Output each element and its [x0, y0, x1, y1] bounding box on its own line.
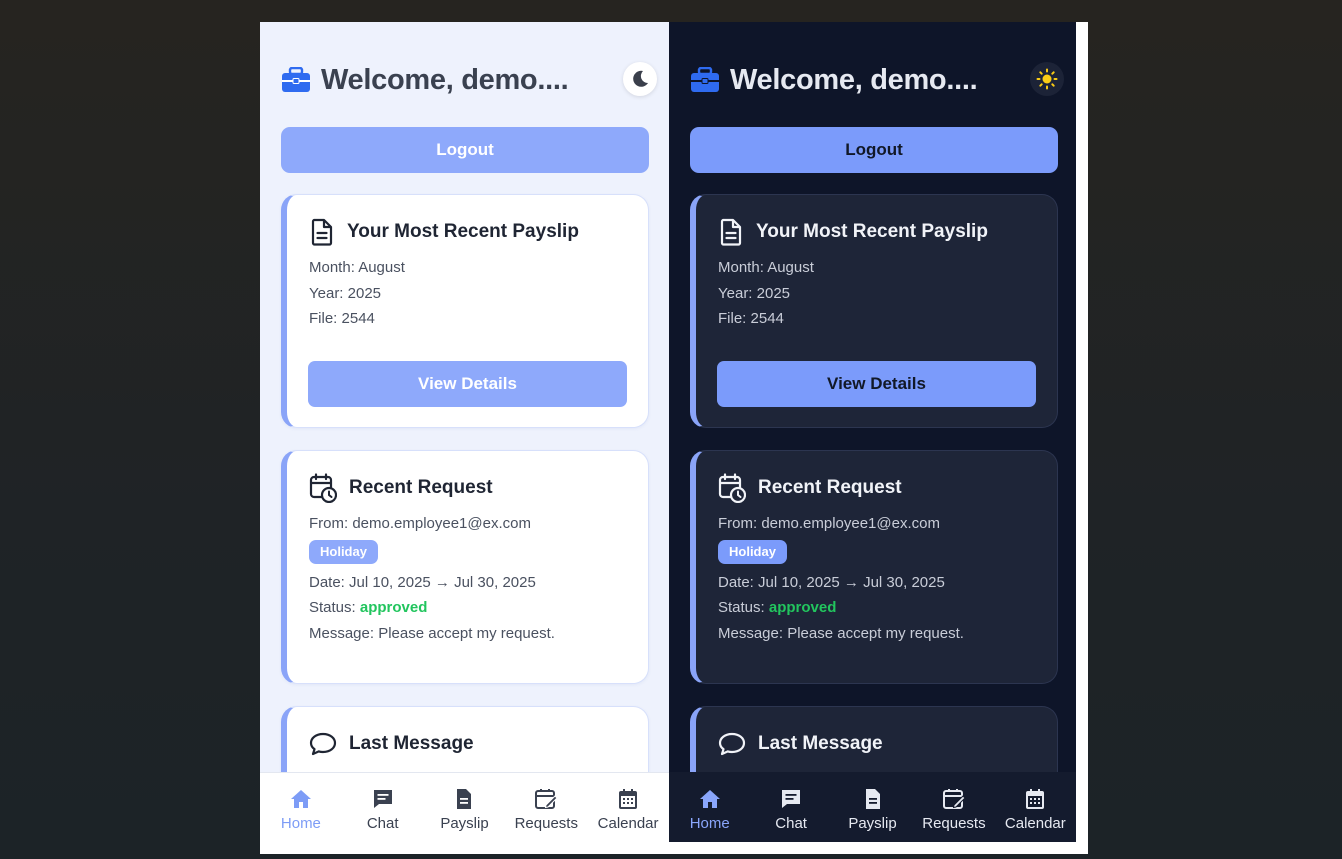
request-status-value: approved — [768, 599, 837, 616]
moon-icon — [633, 70, 648, 87]
light-mode-screen: Welcome, demo.... Logout Your Most Recen… — [260, 22, 669, 842]
payslip-year: Year: 2025 — [718, 284, 791, 302]
request-message: Message: Please accept my request. — [309, 624, 555, 642]
request-status-value: approved — [359, 599, 428, 616]
payslip-card-title: Your Most Recent Payslip — [347, 221, 579, 242]
nav-requests-label: Requests — [922, 814, 986, 832]
request-card-title: Recent Request — [349, 477, 493, 498]
payslip-card: Your Most Recent Payslip Month: August Y… — [281, 194, 649, 428]
calendar-edit-icon — [535, 789, 558, 809]
home-icon — [699, 789, 720, 808]
chat-icon — [373, 790, 392, 808]
header: Welcome, demo.... — [690, 60, 1064, 100]
nav-calendar-label: Calendar — [1004, 814, 1066, 832]
nav-calendar-label: Calendar — [597, 815, 659, 832]
logout-button[interactable]: Logout — [690, 127, 1058, 173]
request-status: Status: approved — [309, 595, 626, 621]
payslip-file: File: 2544 — [718, 310, 784, 327]
nav-requests[interactable]: Requests — [505, 773, 587, 842]
nav-chat-label: Chat — [366, 815, 399, 832]
welcome-title: Welcome, demo.... — [321, 63, 569, 96]
payslip-icon — [457, 789, 472, 809]
header: Welcome, demo.... — [281, 60, 657, 100]
document-icon — [311, 218, 333, 246]
nav-calendar[interactable]: Calendar — [587, 773, 669, 842]
welcome-title: Welcome, demo.... — [730, 63, 978, 96]
briefcase-icon — [691, 67, 719, 92]
nav-home[interactable]: Home — [669, 772, 750, 842]
request-date: Date: Jul 10, 2025 → Jul 30, 2025 — [309, 573, 536, 591]
home-icon — [290, 790, 311, 808]
bottom-nav: Home Chat Payslip Requests Calendar — [260, 772, 669, 842]
payslip-year: Year: 2025 — [309, 284, 382, 302]
bottom-nav: Home Chat Payslip Requests Calendar — [669, 772, 1076, 842]
request-card: Recent Request From: demo.employee1@ex.c… — [690, 450, 1058, 684]
document-icon — [720, 218, 742, 246]
last-message-title: Last Message — [758, 733, 883, 754]
logout-button[interactable]: Logout — [281, 127, 649, 173]
theme-toggle-button[interactable] — [623, 62, 657, 96]
request-date: Date: Jul 10, 2025 → Jul 30, 2025 — [718, 573, 945, 591]
payslip-card-header: Your Most Recent Payslip — [718, 215, 1035, 249]
nav-payslip[interactable]: Payslip — [832, 772, 913, 842]
calendar-icon — [619, 789, 638, 809]
briefcase-icon — [282, 67, 310, 92]
request-type-badge: Holiday — [309, 539, 378, 564]
request-status-label: Status: — [718, 599, 769, 616]
chat-icon — [782, 789, 801, 808]
theme-toggle-button[interactable] — [1030, 62, 1064, 96]
view-details-button[interactable]: View Details — [308, 361, 627, 407]
request-from: From: demo.employee1@ex.com — [718, 515, 940, 532]
payslip-card-title: Your Most Recent Payslip — [756, 221, 988, 242]
request-type-badge: Holiday — [718, 539, 787, 564]
nav-chat[interactable]: Chat — [750, 772, 831, 842]
nav-home-label: Home — [689, 814, 730, 832]
request-card-header: Recent Request — [718, 471, 1035, 505]
nav-requests-label: Requests — [514, 815, 578, 832]
nav-requests[interactable]: Requests — [913, 772, 994, 842]
request-card-header: Recent Request — [309, 471, 626, 505]
request-status-label: Status: — [309, 599, 360, 616]
nav-payslip[interactable]: Payslip — [424, 773, 506, 842]
request-message: Message: Please accept my request. — [718, 624, 964, 642]
request-card-title: Recent Request — [758, 477, 902, 498]
calendar-clock-icon — [309, 473, 337, 503]
nav-payslip-label: Payslip — [848, 814, 897, 832]
payslip-card: Your Most Recent Payslip Month: August Y… — [690, 194, 1058, 428]
last-message-header: Last Message — [309, 727, 626, 761]
view-details-button[interactable]: View Details — [717, 361, 1036, 407]
payslip-month: Month: August — [309, 259, 405, 276]
payslip-icon — [865, 788, 880, 809]
nav-chat-label: Chat — [775, 814, 807, 832]
calendar-clock-icon — [718, 473, 746, 503]
nav-home-label: Home — [280, 815, 321, 832]
last-message-header: Last Message — [718, 727, 1035, 761]
request-status: Status: approved — [718, 595, 1035, 621]
sun-icon — [1036, 68, 1058, 90]
chat-bubble-icon — [718, 732, 746, 756]
payslip-file: File: 2544 — [309, 310, 375, 327]
calendar-icon — [1026, 788, 1045, 809]
last-message-title: Last Message — [349, 733, 474, 754]
nav-home[interactable]: Home — [260, 773, 342, 842]
nav-chat[interactable]: Chat — [342, 773, 424, 842]
dark-mode-screen: Welcome, demo.... Logout Your Most Recen… — [669, 22, 1076, 842]
payslip-month: Month: August — [718, 259, 814, 276]
nav-calendar[interactable]: Calendar — [995, 772, 1076, 842]
chat-bubble-icon — [309, 732, 337, 756]
payslip-card-header: Your Most Recent Payslip — [309, 215, 626, 249]
calendar-edit-icon — [942, 788, 966, 809]
nav-payslip-label: Payslip — [440, 815, 489, 832]
request-card: Recent Request From: demo.employee1@ex.c… — [281, 450, 649, 684]
request-from: From: demo.employee1@ex.com — [309, 515, 531, 532]
